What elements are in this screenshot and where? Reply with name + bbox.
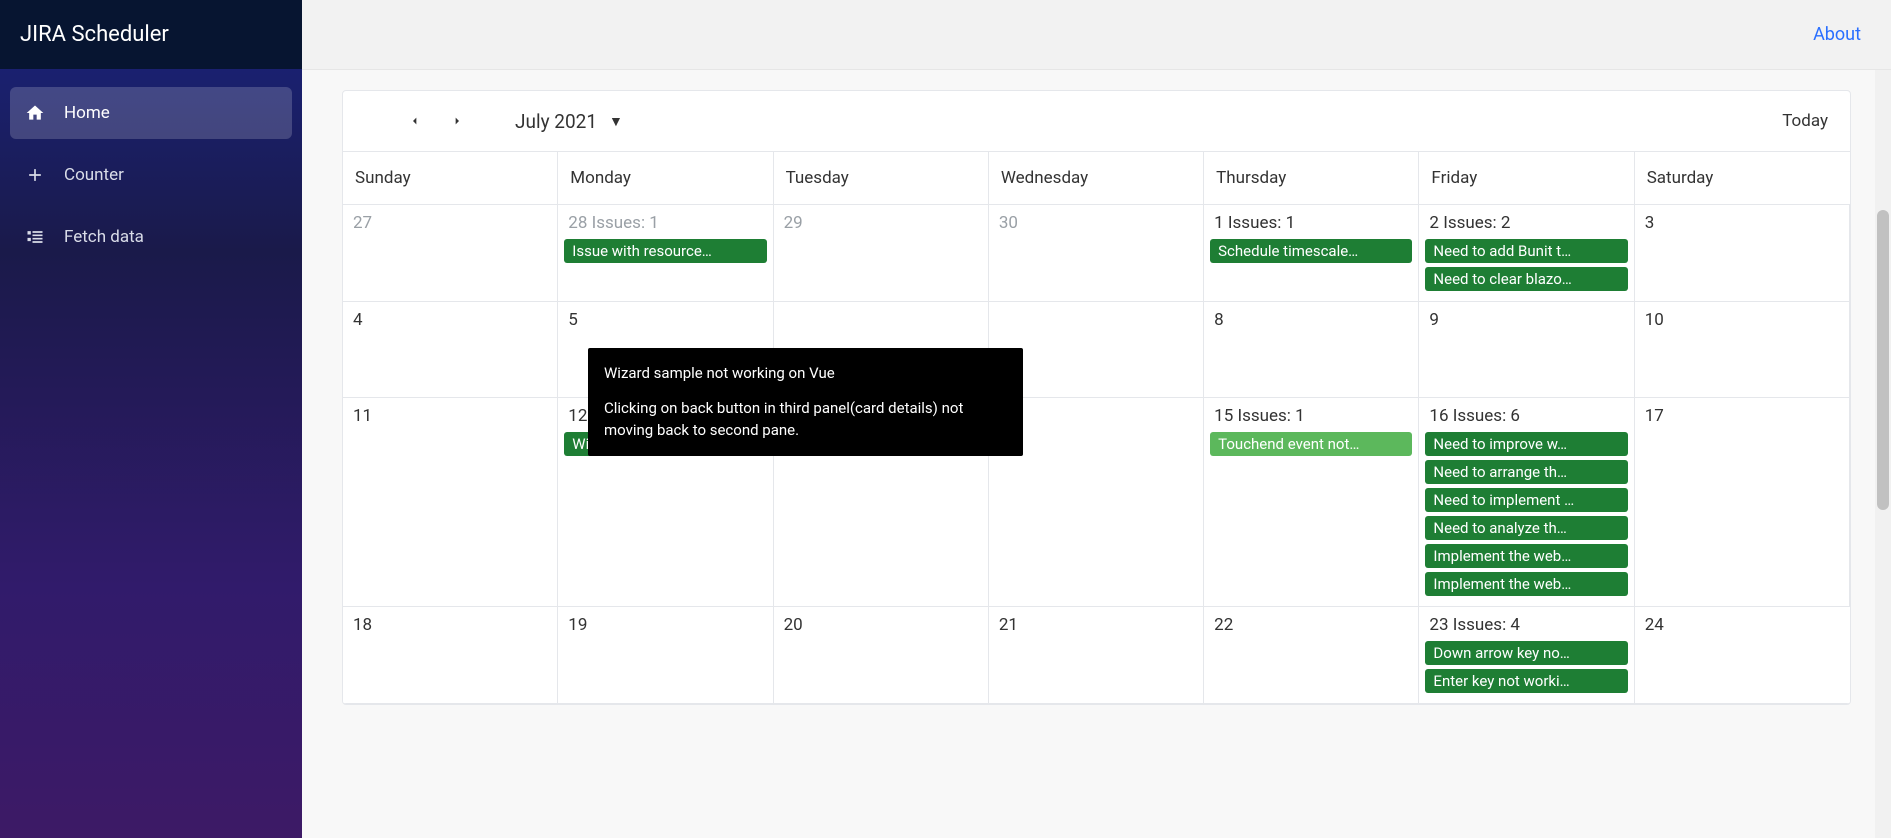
calendar-event[interactable]: Implement the web…: [1425, 572, 1627, 596]
calendar-day-name: Thursday: [1204, 152, 1419, 205]
list-icon: [24, 226, 46, 248]
calendar-day-cell[interactable]: 23 Issues: 4Down arrow key no… Enter key …: [1419, 607, 1634, 704]
calendar-day-name: Saturday: [1635, 152, 1850, 205]
calendar-day-cell[interactable]: 11: [343, 398, 558, 607]
calendar-day-cell[interactable]: 21: [989, 607, 1204, 704]
day-label: 20: [780, 613, 982, 641]
calendar-day-cell[interactable]: 20: [774, 607, 989, 704]
calendar-day-header: SundayMondayTuesdayWednesdayThursdayFrid…: [343, 152, 1850, 205]
day-label: 27: [349, 211, 551, 239]
topbar: About: [302, 0, 1891, 70]
day-label: 8: [1210, 308, 1412, 336]
day-label: 19: [564, 613, 766, 641]
calendar-day-name: Friday: [1419, 152, 1634, 205]
day-label: [995, 308, 1197, 316]
sidebar-item-label: Home: [64, 103, 110, 123]
calendar-day-cell[interactable]: 16 Issues: 6Need to improve w… Need to ar…: [1419, 398, 1634, 607]
calendar-day-cell[interactable]: 30: [989, 205, 1204, 302]
tooltip-title: Wizard sample not working on Vue: [604, 362, 1007, 385]
day-label: 21: [995, 613, 1197, 641]
app-brand: JIRA Scheduler: [0, 0, 302, 69]
day-label: 23 Issues: 4: [1425, 613, 1627, 641]
calendar-event[interactable]: Need to add Bunit t…: [1425, 239, 1627, 263]
calendar-day-cell[interactable]: 8: [1204, 302, 1419, 398]
day-label: 28 Issues: 1: [564, 211, 766, 239]
calendar-day-cell[interactable]: 15 Issues: 1Touchend event not…: [1204, 398, 1419, 607]
calendar-day-name: Tuesday: [774, 152, 989, 205]
plus-icon: [24, 164, 46, 186]
about-link[interactable]: About: [1813, 24, 1861, 45]
calendar-toolbar: July 2021 ▼ Today: [343, 91, 1850, 152]
calendar-day-cell[interactable]: 22: [1204, 607, 1419, 704]
prev-month-button[interactable]: [403, 109, 427, 133]
calendar-day-cell[interactable]: 24: [1635, 607, 1850, 704]
calendar-event[interactable]: Need to analyze th…: [1425, 516, 1627, 540]
calendar-event[interactable]: Need to clear blazo…: [1425, 267, 1627, 291]
day-label: 4: [349, 308, 551, 336]
calendar-day-cell[interactable]: 29: [774, 205, 989, 302]
calendar-day-name: Wednesday: [989, 152, 1204, 205]
next-month-button[interactable]: [445, 109, 469, 133]
calendar-day-name: Monday: [558, 152, 773, 205]
day-label: 22: [1210, 613, 1412, 641]
calendar-day-cell[interactable]: 9: [1419, 302, 1634, 398]
calendar-day-cell[interactable]: 28 Issues: 1Issue with resource…: [558, 205, 773, 302]
day-label: 5: [564, 308, 766, 336]
day-label: 18: [349, 613, 551, 641]
sidebar-item-counter[interactable]: Counter: [10, 149, 292, 201]
day-label: 17: [1641, 404, 1843, 432]
sidebar: JIRA Scheduler Home Counter Fetch data: [0, 0, 302, 838]
sidebar-item-home[interactable]: Home: [10, 87, 292, 139]
calendar-day-cell[interactable]: 4: [343, 302, 558, 398]
day-label: [780, 308, 982, 316]
calendar-day-cell[interactable]: 1 Issues: 1Schedule timescale…: [1204, 205, 1419, 302]
calendar-event[interactable]: Touchend event not…: [1210, 432, 1412, 456]
calendar-title-dropdown[interactable]: July 2021 ▼: [515, 110, 623, 133]
sidebar-item-label: Fetch data: [64, 227, 144, 247]
event-tooltip: Wizard sample not working on Vue Clickin…: [588, 348, 1023, 456]
day-label: 1 Issues: 1: [1210, 211, 1412, 239]
day-label: 9: [1425, 308, 1627, 336]
calendar-day-cell[interactable]: 3: [1635, 205, 1850, 302]
calendar: July 2021 ▼ Today SundayMondayTuesdayWed…: [342, 90, 1851, 705]
day-label: 16 Issues: 6: [1425, 404, 1627, 432]
calendar-day-name: Sunday: [343, 152, 558, 205]
calendar-title: July 2021: [515, 110, 597, 133]
day-label: 10: [1641, 308, 1843, 336]
sidebar-item-fetch-data[interactable]: Fetch data: [10, 211, 292, 263]
calendar-event[interactable]: Issue with resource…: [564, 239, 766, 263]
calendar-event[interactable]: Enter key not worki…: [1425, 669, 1627, 693]
calendar-day-cell[interactable]: 27: [343, 205, 558, 302]
sidebar-item-label: Counter: [64, 165, 124, 185]
day-label: 29: [780, 211, 982, 239]
calendar-day-cell[interactable]: 18: [343, 607, 558, 704]
calendar-event[interactable]: Down arrow key no…: [1425, 641, 1627, 665]
calendar-body: 2728 Issues: 1Issue with resource…29301 …: [343, 205, 1850, 704]
day-label: 15 Issues: 1: [1210, 404, 1412, 432]
calendar-event[interactable]: Need to arrange th…: [1425, 460, 1627, 484]
day-label: 11: [349, 404, 551, 432]
calendar-day-cell[interactable]: 17: [1635, 398, 1850, 607]
today-button[interactable]: Today: [1782, 111, 1828, 131]
calendar-event[interactable]: Need to improve w…: [1425, 432, 1627, 456]
day-label: 3: [1641, 211, 1843, 239]
day-label: 30: [995, 211, 1197, 239]
caret-down-icon: ▼: [609, 113, 623, 130]
calendar-day-cell[interactable]: 10: [1635, 302, 1850, 398]
home-icon: [24, 102, 46, 124]
calendar-day-cell[interactable]: 2 Issues: 2Need to add Bunit t… Need to c…: [1419, 205, 1634, 302]
calendar-event[interactable]: Implement the web…: [1425, 544, 1627, 568]
scrollbar[interactable]: [1875, 70, 1891, 838]
tooltip-body: Clicking on back button in third panel(c…: [604, 397, 1007, 442]
calendar-event[interactable]: Schedule timescale…: [1210, 239, 1412, 263]
day-label: [995, 404, 1197, 412]
scrollbar-thumb[interactable]: [1877, 210, 1889, 510]
day-label: 24: [1641, 613, 1844, 641]
calendar-event[interactable]: Need to implement …: [1425, 488, 1627, 512]
main: About July 2021: [302, 0, 1891, 838]
day-label: 2 Issues: 2: [1425, 211, 1627, 239]
content: July 2021 ▼ Today SundayMondayTuesdayWed…: [302, 70, 1891, 838]
sidebar-nav: Home Counter Fetch data: [0, 69, 302, 281]
calendar-day-cell[interactable]: 19: [558, 607, 773, 704]
